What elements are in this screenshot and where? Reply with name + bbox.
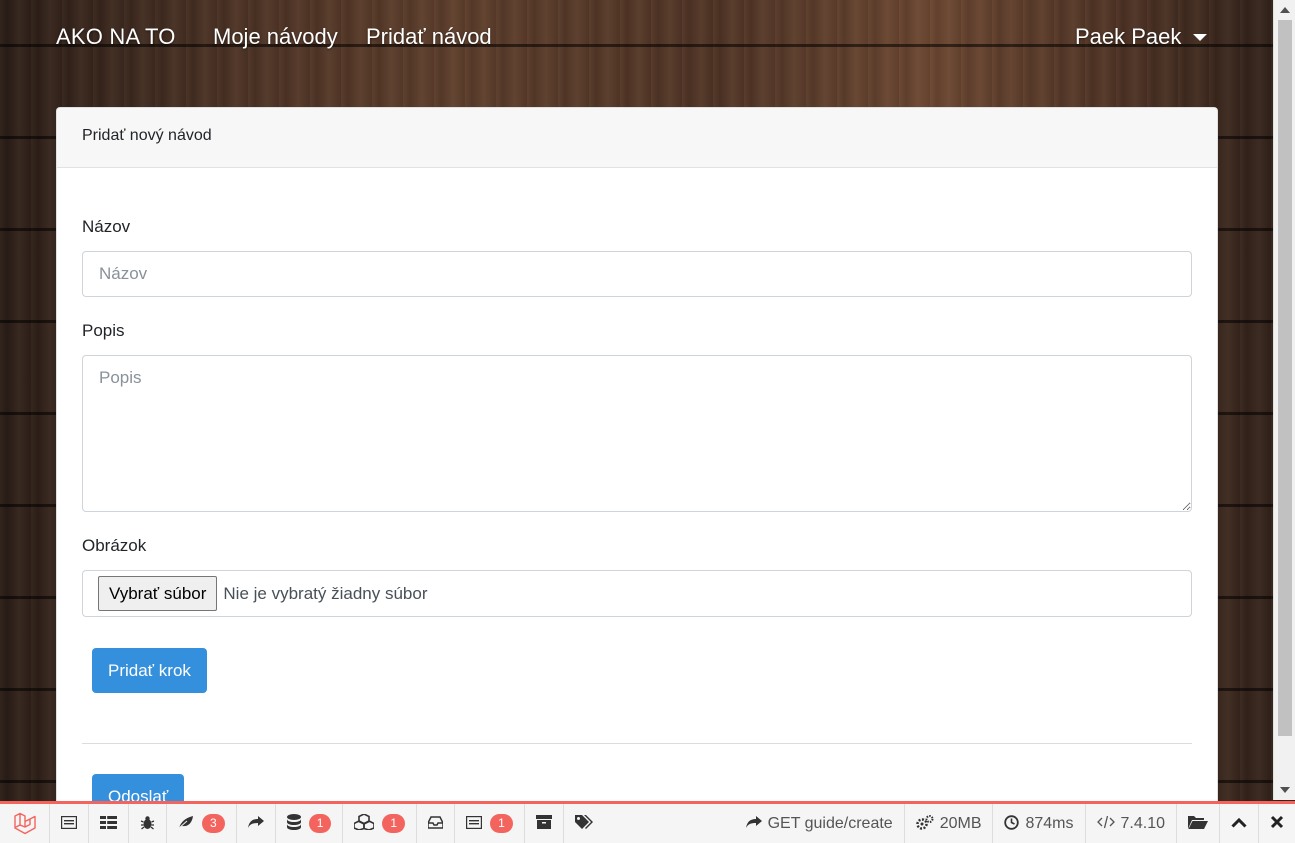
views-count-badge: 3 (202, 814, 225, 833)
timeline-icon (100, 815, 117, 832)
debugbar-models-tab[interactable]: 1 (343, 804, 418, 843)
messages-icon (60, 815, 78, 832)
debugbar-exceptions-tab[interactable] (129, 804, 167, 843)
caret-down-icon (1193, 33, 1208, 41)
debugbar-queries-tab[interactable]: 1 (276, 804, 344, 843)
debugbar-messages-tab[interactable] (50, 804, 89, 843)
scroll-down-icon[interactable] (1280, 787, 1290, 793)
chevron-up-icon (1231, 816, 1247, 831)
bug-icon (140, 815, 155, 833)
description-textarea[interactable] (82, 355, 1192, 512)
queries-count-badge: 1 (308, 814, 332, 833)
scrollbar-thumb[interactable] (1278, 20, 1292, 736)
debugbar-route-tab[interactable] (237, 804, 276, 843)
archive-icon (535, 815, 552, 832)
database-icon (286, 814, 301, 833)
tags-icon (574, 814, 593, 833)
php-version-text: 7.4.10 (1120, 814, 1165, 832)
debugbar: 3 1 1 1 GET guide/create 20MB 874ms 7.4.… (0, 801, 1295, 843)
description-label: Popis (82, 321, 125, 340)
debugbar-timeline-tab[interactable] (89, 804, 129, 843)
folder-open-icon (1188, 815, 1208, 833)
debugbar-right: GET guide/create 20MB 874ms 7.4.10 (735, 804, 1295, 843)
leaf-icon (178, 815, 194, 832)
debugbar-php-info[interactable]: 7.4.10 (1084, 804, 1176, 843)
debugbar-maximize-button[interactable] (1219, 804, 1258, 843)
share-arrow-icon (745, 815, 762, 832)
image-file-input[interactable]: Vybrať súbor Nie je vybratý žiadny súbor (82, 570, 1192, 617)
gate-count-badge: 1 (490, 814, 513, 833)
debugbar-gate-tab[interactable]: 1 (455, 804, 525, 843)
title-label: Názov (82, 217, 131, 236)
navbar: AKO NA TO Moje návody Pridať návod Paek … (0, 0, 1273, 78)
debugbar-views-tab[interactable]: 3 (167, 804, 237, 843)
page-scrollbar[interactable] (1273, 0, 1295, 800)
image-label: Obrázok (82, 536, 147, 555)
debugbar-close-button[interactable] (1258, 804, 1295, 843)
divider (82, 743, 1192, 744)
file-status-text: Nie je vybratý žiadny súbor (223, 583, 428, 603)
brand-link[interactable]: AKO NA TO (56, 24, 176, 50)
debugbar-request-tab[interactable] (564, 804, 604, 843)
debugbar-memory-info[interactable]: 20MB (903, 804, 993, 843)
choose-file-button[interactable]: Vybrať súbor (98, 576, 218, 611)
debugbar-mail-tab[interactable] (417, 804, 456, 843)
clock-icon (1004, 814, 1020, 833)
list-icon (465, 815, 483, 832)
route-text: GET guide/create (767, 814, 893, 832)
debugbar-open-button[interactable] (1176, 804, 1219, 843)
debugbar-route-info[interactable]: GET guide/create (735, 804, 904, 843)
laravel-logo-icon[interactable] (0, 804, 50, 843)
code-icon (1096, 815, 1115, 832)
close-icon (1270, 815, 1284, 832)
memory-text: 20MB (939, 814, 982, 832)
cubes-icon (353, 813, 376, 833)
card-header: Pridať nový návod (57, 108, 1217, 168)
title-input[interactable] (82, 251, 1192, 297)
user-dropdown[interactable]: Paek Paek (1075, 24, 1208, 50)
user-name: Paek Paek (1075, 24, 1182, 49)
scroll-up-icon[interactable] (1280, 7, 1290, 13)
nav-link-add-guide[interactable]: Pridať návod (366, 24, 492, 50)
new-guide-card: Pridať nový návod Názov Popis Obrázok Vy… (56, 107, 1218, 827)
inbox-icon (427, 815, 444, 832)
cogs-icon (915, 814, 934, 833)
add-step-button[interactable]: Pridať krok (92, 648, 207, 693)
share-arrow-icon (247, 815, 264, 832)
debugbar-session-tab[interactable] (525, 804, 564, 843)
nav-link-my-guides[interactable]: Moje návody (213, 24, 338, 50)
models-count-badge: 1 (382, 814, 406, 833)
debugbar-time-info[interactable]: 874ms (992, 804, 1084, 843)
time-text: 874ms (1025, 814, 1074, 832)
